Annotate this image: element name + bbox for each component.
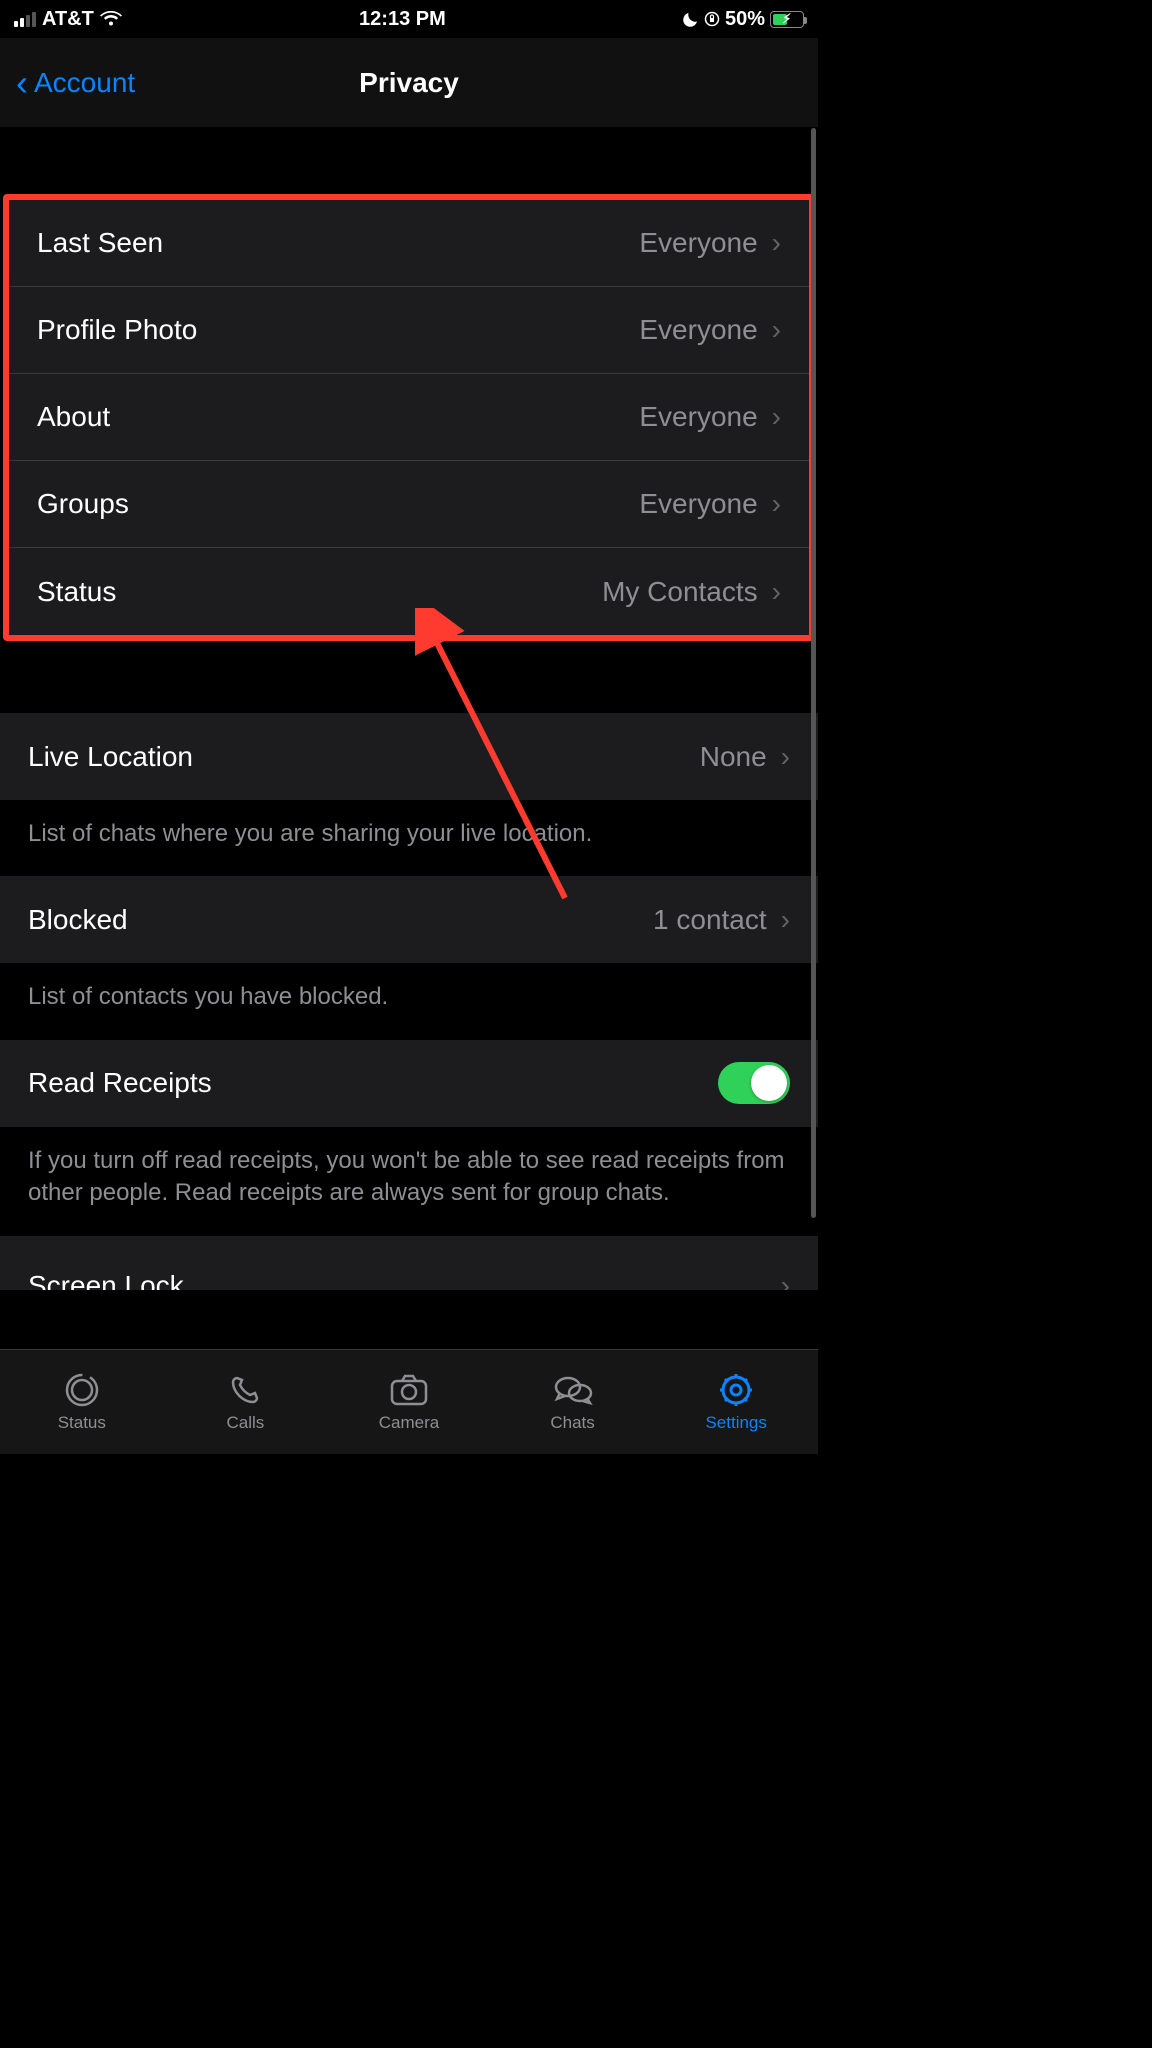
row-value: My Contacts bbox=[602, 576, 758, 608]
signal-icon bbox=[14, 12, 36, 27]
row-value: Everyone bbox=[639, 401, 757, 433]
row-value: Everyone bbox=[639, 227, 757, 259]
nav-bar: ‹ Account Privacy bbox=[0, 38, 818, 128]
battery-icon: ⚡︎ bbox=[770, 11, 804, 28]
chevron-right-icon: › bbox=[781, 904, 790, 936]
tab-chats[interactable]: Chats bbox=[491, 1350, 655, 1454]
page-title: Privacy bbox=[359, 67, 459, 99]
phone-icon bbox=[228, 1371, 262, 1409]
row-label: Blocked bbox=[28, 904, 128, 936]
tab-label: Camera bbox=[379, 1413, 439, 1433]
clock: 12:13 PM bbox=[359, 8, 446, 31]
row-label: Profile Photo bbox=[37, 314, 197, 346]
back-label: Account bbox=[34, 67, 135, 99]
row-screen-lock[interactable]: Screen Lock › bbox=[0, 1236, 818, 1290]
chevron-right-icon: › bbox=[781, 1270, 790, 1290]
tab-label: Status bbox=[58, 1413, 106, 1433]
wifi-icon bbox=[100, 11, 122, 27]
tab-camera[interactable]: Camera bbox=[327, 1350, 491, 1454]
chevron-right-icon: › bbox=[781, 741, 790, 773]
status-icon bbox=[64, 1371, 100, 1409]
chevron-right-icon: › bbox=[772, 314, 781, 346]
tab-calls[interactable]: Calls bbox=[164, 1350, 328, 1454]
row-blocked[interactable]: Blocked 1 contact › bbox=[0, 876, 818, 963]
row-label: Last Seen bbox=[37, 227, 163, 259]
row-value: Everyone bbox=[639, 488, 757, 520]
chevron-right-icon: › bbox=[772, 401, 781, 433]
row-value: 1 contact bbox=[653, 904, 767, 936]
read-receipts-toggle[interactable] bbox=[718, 1062, 790, 1104]
row-label: Groups bbox=[37, 488, 129, 520]
chevron-right-icon: › bbox=[772, 227, 781, 259]
row-groups[interactable]: Groups Everyone › bbox=[9, 461, 809, 548]
camera-icon bbox=[389, 1371, 429, 1409]
row-value: None bbox=[700, 741, 767, 773]
tab-status[interactable]: Status bbox=[0, 1350, 164, 1454]
status-bar: AT&T 12:13 PM 50% ⚡︎ bbox=[0, 0, 818, 38]
chevron-right-icon: › bbox=[772, 488, 781, 520]
row-status[interactable]: Status My Contacts › bbox=[9, 548, 809, 635]
live-location-footer: List of chats where you are sharing your… bbox=[0, 800, 818, 876]
chat-icon bbox=[553, 1371, 593, 1409]
chevron-left-icon: ‹ bbox=[16, 65, 28, 101]
chevron-right-icon: › bbox=[772, 576, 781, 608]
back-button[interactable]: ‹ Account bbox=[16, 65, 135, 101]
row-profile-photo[interactable]: Profile Photo Everyone › bbox=[9, 287, 809, 374]
row-value: Everyone bbox=[639, 314, 757, 346]
row-label: Read Receipts bbox=[28, 1067, 212, 1099]
do-not-disturb-icon bbox=[683, 11, 699, 27]
tab-label: Chats bbox=[550, 1413, 594, 1433]
blocked-footer: List of contacts you have blocked. bbox=[0, 963, 818, 1039]
row-read-receipts: Read Receipts bbox=[0, 1040, 818, 1127]
annotation-highlight-box: Last Seen Everyone › Profile Photo Everyo… bbox=[3, 194, 815, 641]
row-live-location[interactable]: Live Location None › bbox=[0, 713, 818, 800]
carrier-label: AT&T bbox=[42, 8, 94, 31]
read-receipts-footer: If you turn off read receipts, you won't… bbox=[0, 1127, 818, 1236]
row-label: Status bbox=[37, 576, 116, 608]
row-about[interactable]: About Everyone › bbox=[9, 374, 809, 461]
scroll-indicator[interactable] bbox=[811, 128, 816, 1218]
tab-label: Settings bbox=[705, 1413, 766, 1433]
tab-bar: Status Calls Camera Chats Settings bbox=[0, 1349, 818, 1454]
row-label: About bbox=[37, 401, 110, 433]
row-label: Live Location bbox=[28, 741, 193, 773]
tab-settings[interactable]: Settings bbox=[654, 1350, 818, 1454]
row-last-seen[interactable]: Last Seen Everyone › bbox=[9, 200, 809, 287]
gear-icon bbox=[718, 1371, 754, 1409]
battery-percent: 50% bbox=[725, 8, 765, 31]
row-label: Screen Lock bbox=[28, 1270, 184, 1290]
tab-label: Calls bbox=[226, 1413, 264, 1433]
orientation-lock-icon bbox=[704, 11, 720, 27]
